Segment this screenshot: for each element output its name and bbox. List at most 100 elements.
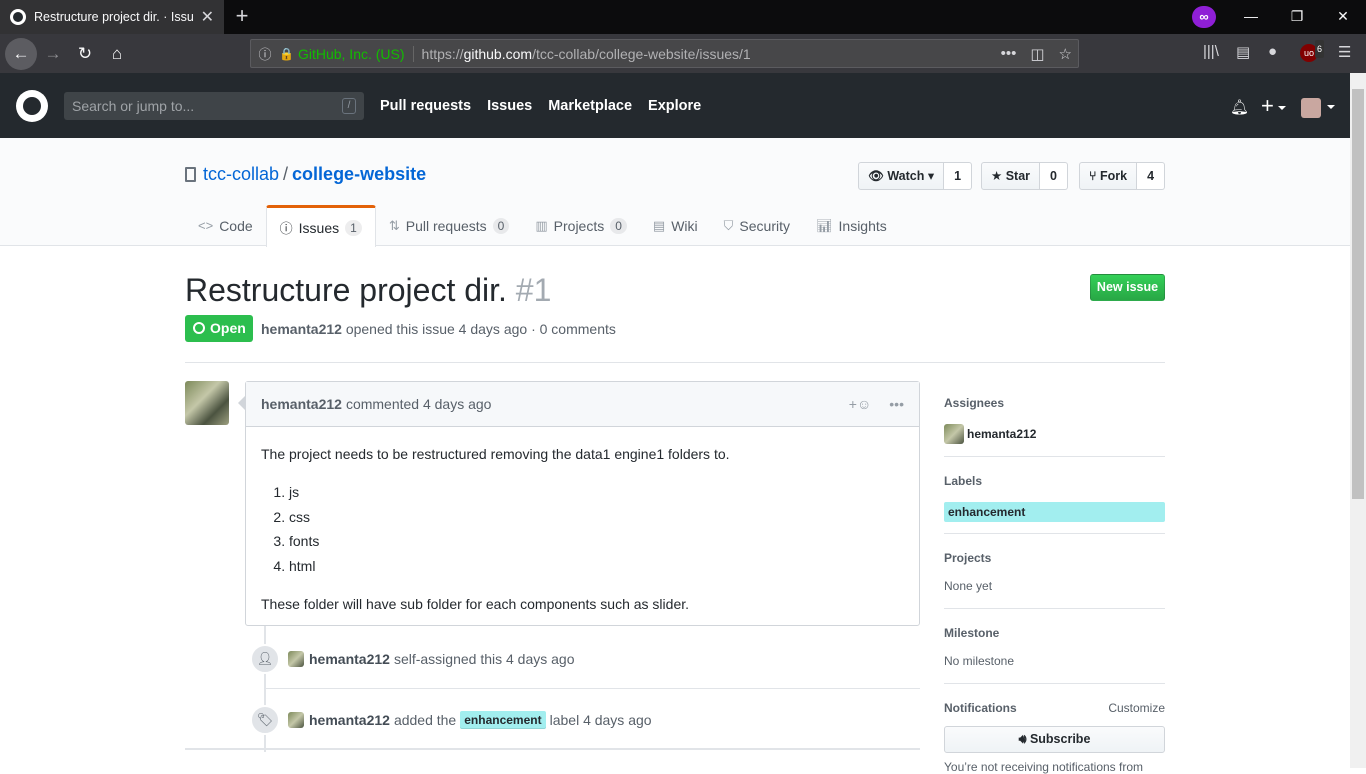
divider (185, 362, 1165, 363)
tab-issues[interactable]: ⓘ Issues 1 (265, 205, 376, 247)
actor-link[interactable]: hemanta212 (309, 651, 390, 667)
sidebar-projects: Projects None yet (944, 551, 1165, 593)
avatar (944, 424, 964, 444)
list-item: html (289, 554, 904, 579)
page-actions-icon[interactable]: ••• (1001, 45, 1017, 63)
sidebar-assignees: Assignees hemanta212 (944, 396, 1165, 444)
tab-security[interactable]: ⛉ Security (711, 205, 803, 246)
repo-title: tcc-collab / college-website (203, 164, 427, 184)
issue-opened-icon: ⓘ (279, 221, 293, 236)
tab-title: Restructure project dir. · Issue #1 (34, 10, 194, 24)
status-badge: Open (185, 315, 253, 342)
issue-number: #1 (515, 272, 552, 308)
browser-tab-active[interactable]: Restructure project dir. · Issue #1 ✕ (0, 0, 224, 34)
fork-button-group: ⑂ Fork 4 (1079, 162, 1166, 190)
tab-pull-requests[interactable]: ⇅ Pull requests 0 (376, 205, 523, 246)
new-tab-button[interactable]: + (230, 4, 254, 30)
restore-button[interactable]: ❐ (1274, 0, 1320, 34)
bookmark-star-icon[interactable]: ☆ (1059, 45, 1072, 63)
timeline-event-labeled: 🏷︎ hemanta212 added the enhancement label 4… (250, 704, 652, 736)
avatar[interactable] (288, 651, 304, 667)
author-link[interactable]: hemanta212 (261, 321, 342, 337)
fork-button[interactable]: ⑂ Fork (1079, 162, 1138, 190)
list-item: css (289, 505, 904, 530)
labels-heading[interactable]: Labels (944, 474, 1165, 488)
watch-count[interactable]: 1 (944, 162, 973, 190)
avatar[interactable] (185, 381, 229, 425)
watch-button[interactable]: 👁︎ Watch ▾ (858, 162, 945, 190)
pocket-icon[interactable]: ◫ (1030, 45, 1044, 63)
github-logo-icon[interactable] (16, 90, 48, 122)
user-avatar-menu[interactable] (1301, 98, 1335, 118)
divider (944, 533, 1165, 534)
ublock-extension-icon[interactable]: uo 6 (1300, 40, 1324, 62)
subscribe-note: You’re not receiving notifications from (944, 760, 1143, 774)
repo-owner-link[interactable]: tcc-collab (203, 164, 279, 184)
home-icon[interactable]: ⌂ (102, 39, 132, 69)
sidebar-icon[interactable]: ▤ (1236, 43, 1250, 61)
star-button[interactable]: ★ Star (981, 162, 1041, 190)
divider (944, 456, 1165, 457)
nav-marketplace[interactable]: Marketplace (548, 98, 632, 114)
customize-link[interactable]: Customize (1108, 701, 1165, 715)
speaker-icon: 🔊︎ (1018, 732, 1030, 746)
tab-code[interactable]: <> Code (185, 205, 266, 246)
private-browsing-mask-icon: ∞ (1192, 6, 1216, 28)
repo-tabs: <> Code ⓘ Issues 1 ⇅ Pull requests 0 ▥ Project… (185, 205, 900, 247)
back-arrow-icon[interactable]: ← (5, 38, 37, 70)
label-enhancement[interactable]: enhancement (944, 502, 1165, 522)
create-new-plus-icon[interactable]: + (1261, 93, 1286, 119)
star-count[interactable]: 0 (1040, 162, 1068, 190)
graph-icon: 📊︎ (816, 217, 833, 233)
search-input[interactable]: Search or jump to... / (64, 92, 364, 120)
label-enhancement[interactable]: enhancement (460, 711, 546, 729)
kebab-menu-icon[interactable]: ••• (889, 396, 904, 412)
notifications-bell-icon[interactable]: 🔔︎ (1230, 98, 1249, 116)
folder-list: js css fonts html (289, 480, 904, 578)
actor-link[interactable]: hemanta212 (309, 712, 390, 728)
nav-explore[interactable]: Explore (648, 98, 701, 114)
page-scrollbar[interactable] (1350, 73, 1366, 768)
site-identity[interactable]: GitHub, Inc. (US) (298, 45, 414, 62)
issue-title: Restructure project dir. #1 (185, 272, 552, 308)
header-nav: Pull requests Issues Marketplace Explore (380, 98, 701, 114)
url-text[interactable]: https://github.com/tcc-collab/college-we… (414, 46, 751, 62)
list-item: fonts (289, 529, 904, 554)
comment-author-link[interactable]: hemanta212 (261, 396, 342, 412)
nav-pull-requests[interactable]: Pull requests (380, 98, 471, 114)
tab-close-icon[interactable]: ✕ (201, 7, 214, 27)
forward-arrow-icon[interactable]: → (38, 39, 68, 69)
new-issue-button[interactable]: New issue (1090, 274, 1165, 301)
avatar[interactable] (288, 712, 304, 728)
hamburger-menu-icon[interactable]: ☰ (1338, 43, 1351, 61)
browser-navbar: ← → ↻ ⌂ ⓘ 🔒 GitHub, Inc. (US) https://gi… (0, 34, 1366, 73)
site-info-icon[interactable]: ⓘ (251, 44, 279, 63)
sidebar-notifications: Notifications Customize (944, 701, 1165, 729)
tab-insights[interactable]: 📊︎ Insights (803, 205, 900, 246)
reload-icon[interactable]: ↻ (70, 39, 100, 69)
fork-count[interactable]: 4 (1137, 162, 1166, 190)
address-bar[interactable]: ⓘ 🔒 GitHub, Inc. (US) https://github.com… (250, 39, 1079, 68)
account-avatar-icon[interactable]: ● (1268, 43, 1277, 60)
lock-icon: 🔒 (279, 46, 294, 61)
tab-wiki[interactable]: ▤ Wiki (640, 205, 711, 246)
sidebar-labels: Labels enhancement (944, 474, 1165, 522)
repo-name-link[interactable]: college-website (292, 164, 426, 184)
issue-opened-icon (193, 322, 205, 334)
assignee-item[interactable]: hemanta212 (944, 424, 1165, 444)
milestone-heading[interactable]: Milestone (944, 626, 1165, 640)
add-reaction-icon[interactable]: +☺ (849, 396, 871, 412)
library-icon[interactable]: |||\ (1203, 43, 1219, 60)
tab-projects[interactable]: ▥ Projects 0 (522, 205, 640, 246)
nav-issues[interactable]: Issues (487, 98, 532, 114)
repo-header: tcc-collab / college-website 👁︎ Watch ▾ 1 … (0, 138, 1350, 247)
projects-heading[interactable]: Projects (944, 551, 1165, 565)
close-window-button[interactable]: ✕ (1320, 0, 1366, 34)
assignees-heading[interactable]: Assignees (944, 396, 1165, 410)
scrollbar-thumb[interactable] (1352, 89, 1364, 499)
projects-value: None yet (944, 579, 993, 593)
minimize-button[interactable]: — (1228, 0, 1274, 34)
issue-meta: hemanta212 opened this issue 4 days ago … (261, 321, 616, 337)
project-icon: ▥ (535, 217, 548, 233)
subscribe-button[interactable]: 🔊︎ Subscribe (944, 726, 1165, 753)
